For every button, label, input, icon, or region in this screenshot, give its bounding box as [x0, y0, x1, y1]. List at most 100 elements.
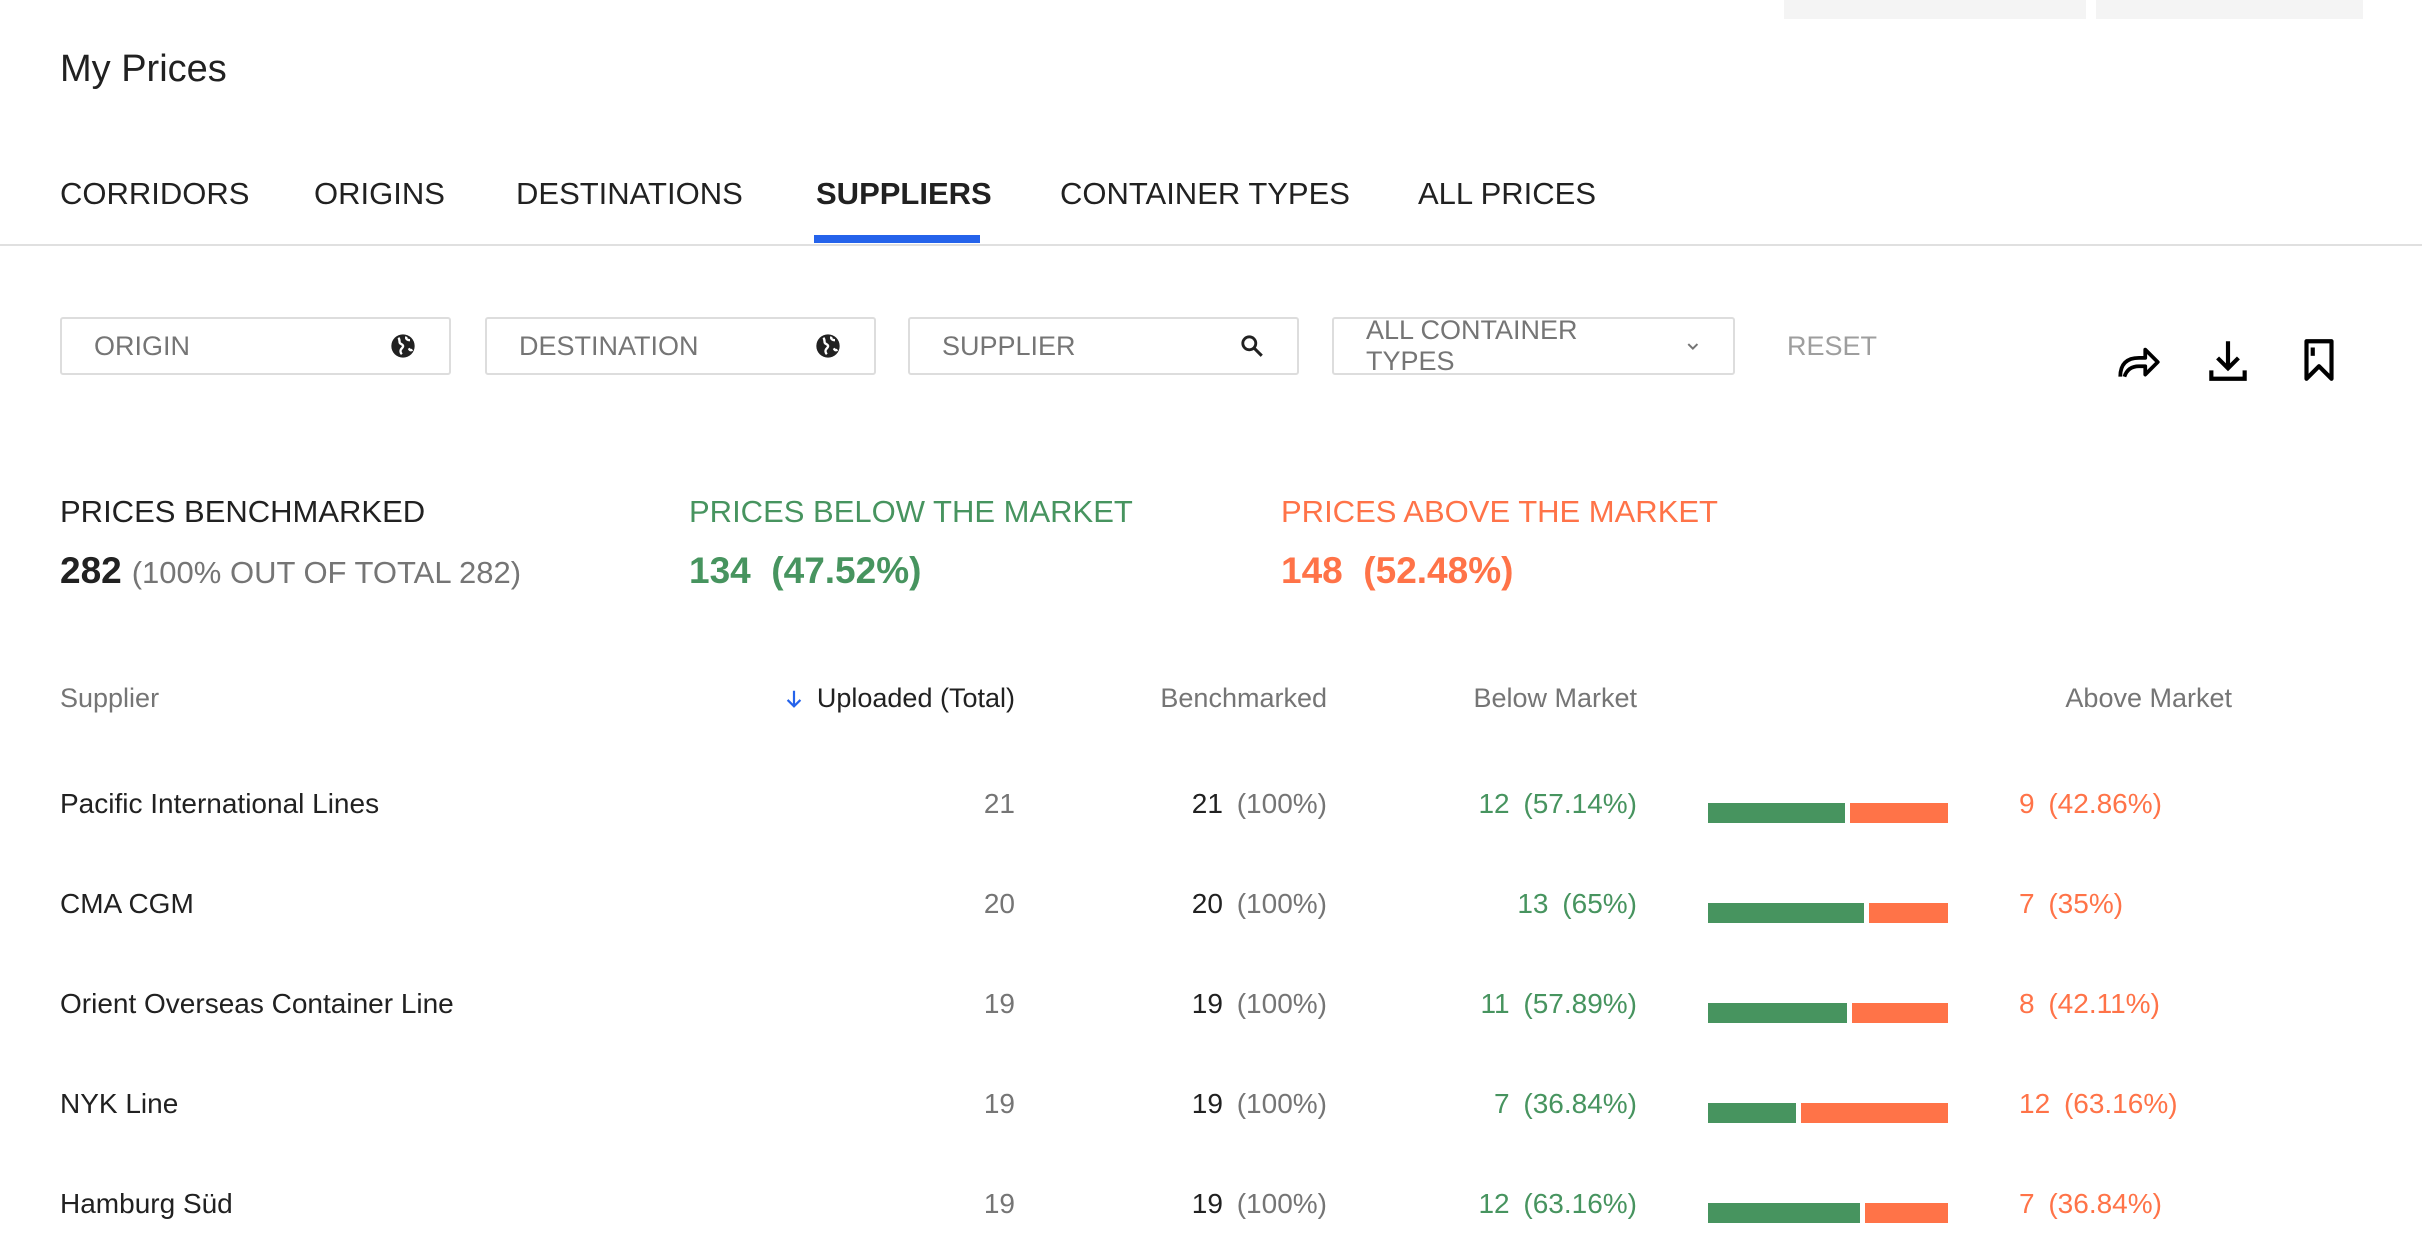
below-count: 12 [1478, 1188, 1510, 1219]
market-split-bar [1708, 903, 1948, 923]
above-count: 7 [2019, 1188, 2035, 1219]
download-icon[interactable] [2203, 335, 2253, 385]
supplier-name: Pacific International Lines [60, 788, 380, 819]
header-uploaded[interactable]: Uploaded (Total) [783, 683, 1015, 714]
tab-suppliers[interactable]: SUPPLIERS [816, 176, 992, 212]
uploaded-count: 19 [983, 1088, 1015, 1119]
above-pct: (42.11%) [2048, 988, 2160, 1019]
below-value: 134 (47.52%) [689, 550, 922, 591]
below-bar-segment [1708, 1003, 1847, 1023]
benchmarked-label: PRICES BENCHMARKED [60, 494, 426, 529]
supplier-name: Hamburg Süd [60, 1188, 233, 1219]
below-pct: (65%) [1562, 888, 1637, 919]
destination-filter[interactable]: DESTINATION [485, 317, 876, 375]
above-bar-segment [1801, 1103, 1948, 1123]
table-row[interactable]: Orient Overseas Container Line 19 19 (10… [0, 988, 2422, 1048]
below-label: PRICES BELOW THE MARKET [689, 494, 1133, 529]
globe-icon [391, 334, 415, 358]
tab-destinations[interactable]: DESTINATIONS [516, 176, 743, 212]
below-pct: (57.89%) [1523, 988, 1637, 1019]
table-row[interactable]: NYK Line 19 19 (100%) 7 (36.84%) 12 (63.… [0, 1088, 2422, 1148]
active-tab-indicator [814, 235, 980, 243]
above-bar-segment [1869, 903, 1948, 923]
above-value: 148 (52.48%) [1281, 550, 1514, 591]
below-count: 12 [1478, 788, 1510, 819]
benchmarked-count: 20 [1191, 888, 1223, 919]
below-pct: (63.16%) [1523, 1188, 1637, 1219]
above-bar-segment [1864, 1203, 1948, 1223]
benchmarked-count: 282 [60, 550, 122, 591]
benchmarked-sub: (100% OUT OF TOTAL 282) [131, 555, 522, 590]
below-cell: 12 (57.14%) [1478, 788, 1637, 820]
top-placeholder [1784, 0, 2086, 19]
below-bar-segment [1708, 903, 1864, 923]
supplier-name: NYK Line [60, 1088, 179, 1119]
benchmarked-value: 282 (100% OUT OF TOTAL 282) [60, 550, 521, 592]
benchmarked-count: 19 [1191, 988, 1223, 1019]
table-row[interactable]: Hamburg Süd 19 19 (100%) 12 (63.16%) 7 (… [0, 1188, 2422, 1248]
above-count: 7 [2019, 888, 2035, 919]
above-cell: 8 (42.11%) [2019, 988, 2160, 1020]
below-bar-segment [1708, 803, 1846, 823]
below-pct: (57.14%) [1523, 788, 1637, 819]
benchmarked-count: 21 [1191, 788, 1223, 819]
bookmark-icon[interactable] [2294, 335, 2344, 385]
supplier-name: CMA CGM [60, 888, 194, 919]
market-split-bar [1708, 1203, 1948, 1223]
container-type-value: ALL CONTAINER TYPES [1366, 315, 1578, 376]
supplier-placeholder: SUPPLIER [942, 330, 1076, 361]
supplier-name: Orient Overseas Container Line [60, 988, 454, 1019]
container-type-select[interactable]: ALL CONTAINER TYPES [1332, 315, 1735, 376]
below-cell: 11 (57.89%) [1481, 988, 1637, 1020]
benchmarked-count: 19 [1191, 1088, 1223, 1119]
benchmarked-pct: (100%) [1236, 988, 1327, 1019]
above-count: 12 [2019, 1088, 2051, 1119]
below-cell: 7 (36.84%) [1494, 1088, 1637, 1120]
search-icon [1241, 335, 1263, 357]
supplier-search[interactable]: SUPPLIER [908, 317, 1299, 375]
benchmarked-cell: 19 (100%) [1192, 988, 1327, 1020]
chevron-down-icon [1687, 343, 1699, 351]
below-cell: 12 (63.16%) [1478, 1188, 1637, 1220]
header-supplier[interactable]: Supplier [60, 683, 159, 714]
benchmarked-pct: (100%) [1236, 788, 1327, 819]
globe-icon [816, 334, 840, 358]
uploaded-count: 19 [983, 988, 1015, 1019]
tab-origins[interactable]: ORIGINS [314, 176, 445, 212]
above-bar-segment [1851, 1003, 1948, 1023]
table-row[interactable]: Pacific International Lines 21 21 (100%)… [0, 788, 2422, 848]
below-cell: 13 (65%) [1517, 888, 1637, 920]
market-split-bar [1708, 1003, 1948, 1023]
tab-divider [0, 244, 2422, 246]
tab-container-types[interactable]: CONTAINER TYPES [1060, 176, 1350, 212]
benchmarked-cell: 21 (100%) [1192, 788, 1327, 820]
header-above[interactable]: Above Market [2065, 683, 2232, 714]
above-count: 9 [2019, 788, 2035, 819]
origin-filter[interactable]: ORIGIN [60, 317, 451, 375]
above-cell: 12 (63.16%) [2019, 1088, 2178, 1120]
benchmarked-cell: 19 (100%) [1192, 1188, 1327, 1220]
page-title: My Prices [60, 48, 227, 90]
header-below[interactable]: Below Market [1473, 683, 1637, 714]
below-count: 7 [1494, 1088, 1510, 1119]
arrow-down-icon [786, 690, 802, 708]
tab-corridors[interactable]: CORRIDORS [60, 176, 249, 212]
above-pct: (42.86%) [2048, 788, 2162, 819]
header-uploaded-label: Uploaded (Total) [816, 683, 1015, 713]
uploaded-count: 20 [983, 888, 1015, 919]
tab-all-prices[interactable]: ALL PRICES [1418, 176, 1596, 212]
below-pct: (36.84%) [1523, 1088, 1637, 1119]
above-cell: 9 (42.86%) [2019, 788, 2162, 820]
market-split-bar [1708, 1103, 1948, 1123]
above-pct: (35%) [2048, 888, 2124, 919]
benchmarked-count: 19 [1191, 1188, 1223, 1219]
below-count: 13 [1517, 888, 1549, 919]
origin-placeholder: ORIGIN [94, 330, 191, 361]
share-icon[interactable] [2114, 335, 2164, 385]
above-cell: 7 (35%) [2019, 888, 2123, 920]
table-row[interactable]: CMA CGM 20 20 (100%) 13 (65%) 7 (35%) [0, 888, 2422, 948]
uploaded-count: 19 [983, 1188, 1015, 1219]
benchmarked-pct: (100%) [1236, 888, 1327, 919]
reset-button[interactable]: RESET [1787, 331, 1877, 362]
header-benchmarked[interactable]: Benchmarked [1160, 683, 1327, 714]
